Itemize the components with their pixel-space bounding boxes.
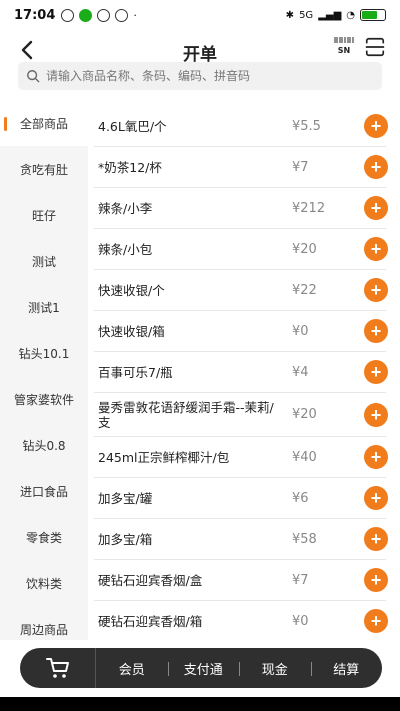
cart-button[interactable] xyxy=(20,648,96,688)
alarm-icon xyxy=(61,8,75,22)
app-icon xyxy=(115,8,129,22)
product-price: ¥40 xyxy=(292,449,317,465)
product-price: ¥4 xyxy=(292,364,309,380)
add-product-button[interactable]: + xyxy=(364,114,388,138)
product-row[interactable]: 硬钻石迎宾香烟/盒 ¥7 + xyxy=(94,560,388,601)
add-product-button[interactable]: + xyxy=(364,360,388,384)
product-price: ¥5.5 xyxy=(292,118,321,134)
product-name: *奶茶12/杯 xyxy=(98,159,162,175)
product-name: 加多宝/罐 xyxy=(98,490,153,506)
qq-icon xyxy=(97,8,111,22)
wechat-icon xyxy=(79,8,93,22)
product-name: 245ml正宗鲜榨椰汁/包 xyxy=(98,449,230,465)
product-row[interactable]: 245ml正宗鲜榨椰汁/包 ¥40 + xyxy=(94,437,388,478)
add-product-button[interactable]: + xyxy=(364,568,388,592)
signal-icon: ▂▄▆ xyxy=(318,9,342,21)
bottom-action-bar: 会员 支付通 现金 结算 xyxy=(20,648,382,688)
product-price: ¥20 xyxy=(292,241,317,257)
product-price: ¥20 xyxy=(292,407,317,422)
member-button[interactable]: 会员 xyxy=(96,659,168,678)
product-price: ¥0 xyxy=(292,613,309,629)
add-product-button[interactable]: + xyxy=(364,278,388,302)
product-price: ¥0 xyxy=(292,323,309,339)
product-price: ¥58 xyxy=(292,531,317,547)
product-row[interactable]: 百事可乐7/瓶 ¥4 + xyxy=(94,352,388,393)
sn-scan-icon[interactable]: SN xyxy=(332,34,356,58)
add-product-button[interactable]: + xyxy=(364,486,388,510)
product-row[interactable]: 辣条/小李 ¥212 + xyxy=(94,188,388,229)
product-name: 硬钻石迎宾香烟/盒 xyxy=(98,572,203,588)
product-name: 硬钻石迎宾香烟/箱 xyxy=(98,613,203,629)
add-product-button[interactable]: + xyxy=(364,196,388,220)
product-row[interactable]: 加多宝/罐 ¥6 + xyxy=(94,478,388,519)
product-row[interactable]: 加多宝/箱 ¥58 + xyxy=(94,519,388,560)
add-product-button[interactable]: + xyxy=(364,237,388,261)
category-item[interactable]: 测试1 xyxy=(0,284,88,330)
back-arrow-icon[interactable] xyxy=(16,38,40,62)
category-item[interactable]: 零食类 xyxy=(0,514,88,560)
product-name: 快速收银/个 xyxy=(98,282,165,298)
category-item[interactable]: 饮料类 xyxy=(0,560,88,606)
category-item[interactable]: 测试 xyxy=(0,238,88,284)
status-bar: 17:04 · ✱ 5G ▂▄▆ ◔ xyxy=(0,0,400,30)
add-product-button[interactable]: + xyxy=(364,527,388,551)
category-sidebar: 全部商品 贪吃有肚 旺仔 测试 测试1 钻头10.1 管家婆软件 钻头0.8 进口食品 零食类 饮料… xyxy=(0,100,88,640)
product-row[interactable]: 快速收银/个 ¥22 + xyxy=(94,270,388,311)
product-price: ¥22 xyxy=(292,282,317,298)
cash-button[interactable]: 现金 xyxy=(239,659,311,678)
product-row[interactable]: 快速收银/箱 ¥0 + xyxy=(94,311,388,352)
cart-icon xyxy=(45,658,69,678)
product-list: 4.6L氧巴/个 ¥5.5 + *奶茶12/杯 ¥7 + 辣条/小李 ¥212 + 辣条/小包 ¥2… xyxy=(88,106,400,640)
home-indicator-bar xyxy=(0,697,400,711)
product-name: 快速收银/箱 xyxy=(98,323,165,339)
page-title: 开单 xyxy=(183,44,217,65)
category-item[interactable]: 进口食品 xyxy=(0,468,88,514)
category-item[interactable]: 钻头10.1 xyxy=(0,330,88,376)
product-row[interactable]: 辣条/小包 ¥20 + xyxy=(94,229,388,270)
category-item[interactable]: 周边商品 xyxy=(0,606,88,640)
product-name: 百事可乐7/瓶 xyxy=(98,364,173,380)
category-item[interactable]: 钻头0.8 xyxy=(0,422,88,468)
add-product-button[interactable]: + xyxy=(364,609,388,633)
product-row[interactable]: 4.6L氧巴/个 ¥5.5 + xyxy=(94,106,388,147)
product-row[interactable]: *奶茶12/杯 ¥7 + xyxy=(94,147,388,188)
search-icon xyxy=(27,70,40,83)
pay-button[interactable]: 支付通 xyxy=(167,659,240,678)
status-time: 17:04 xyxy=(14,7,56,23)
product-name: 辣条/小李 xyxy=(98,200,153,216)
product-price: ¥6 xyxy=(292,490,309,506)
category-item[interactable]: 旺仔 xyxy=(0,192,88,238)
network-label: 5G xyxy=(299,9,314,21)
product-price: ¥7 xyxy=(292,159,309,175)
category-item[interactable]: 全部商品 xyxy=(0,100,88,146)
sn-label: SN xyxy=(338,46,350,55)
product-row[interactable]: 曼秀雷敦花语舒缓润手霜--茉莉/支 ¥20 + xyxy=(94,393,388,437)
status-app-icons: · xyxy=(61,8,137,22)
add-product-button[interactable]: + xyxy=(364,155,388,179)
product-name: 4.6L氧巴/个 xyxy=(98,118,167,134)
product-price: ¥7 xyxy=(292,572,309,588)
add-product-button[interactable]: + xyxy=(364,445,388,469)
product-price: ¥212 xyxy=(292,200,326,216)
category-item[interactable]: 管家婆软件 xyxy=(0,376,88,422)
category-item[interactable]: 贪吃有肚 xyxy=(0,146,88,192)
battery-icon xyxy=(360,9,386,21)
bluetooth-icon: ✱ xyxy=(285,9,295,21)
product-row[interactable]: 硬钻石迎宾香烟/箱 ¥0 + xyxy=(94,601,388,640)
add-product-button[interactable]: + xyxy=(364,402,388,427)
status-right: ✱ 5G ▂▄▆ ◔ xyxy=(286,9,386,21)
add-product-button[interactable]: + xyxy=(364,319,388,343)
wifi-icon: ◔ xyxy=(346,9,355,21)
search-input[interactable] xyxy=(46,69,374,83)
product-name: 加多宝/箱 xyxy=(98,531,153,547)
scanner-icon[interactable] xyxy=(364,36,386,58)
product-name: 曼秀雷敦花语舒缓润手霜--茉莉/支 xyxy=(98,399,274,430)
more-dots-icon: · xyxy=(133,8,137,22)
search-bar[interactable] xyxy=(18,62,382,90)
checkout-button[interactable]: 结算 xyxy=(310,659,383,678)
product-name: 辣条/小包 xyxy=(98,241,153,257)
